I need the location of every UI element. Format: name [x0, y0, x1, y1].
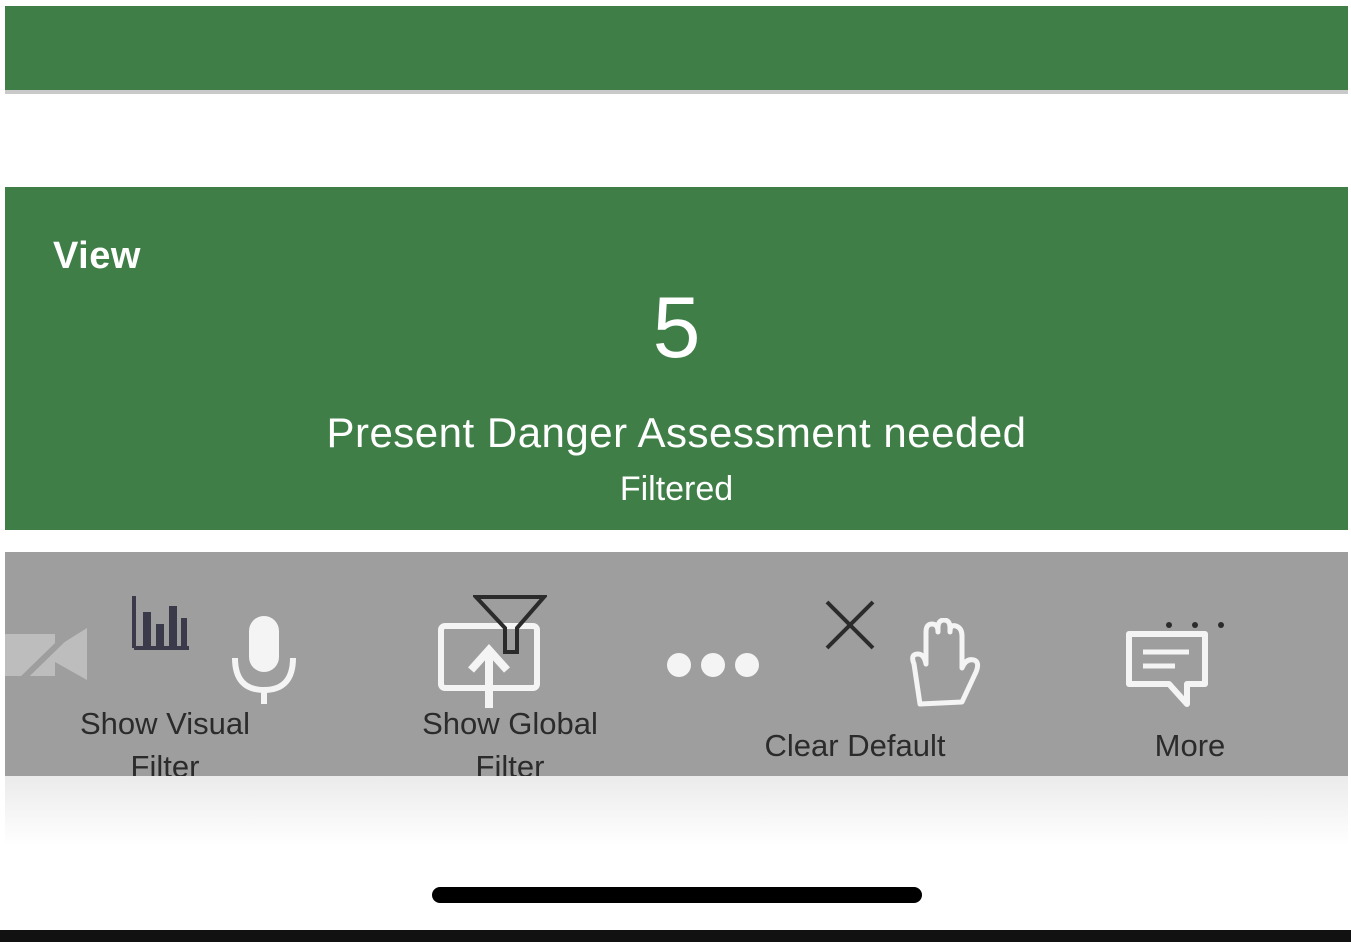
video-off-icon[interactable] — [5, 614, 95, 694]
toolbar-shadow — [5, 776, 1348, 846]
clear-default-label: Clear Default — [764, 728, 946, 763]
command-toolbar: Show Visual Filter Show Global Filter Cl… — [5, 552, 1348, 784]
funnel-icon — [473, 595, 547, 654]
microphone-icon[interactable] — [227, 614, 301, 706]
home-indicator[interactable] — [432, 887, 922, 903]
bar-chart-icon — [132, 596, 189, 650]
more-label: More — [1154, 728, 1226, 763]
more-button[interactable]: More — [1115, 724, 1265, 767]
previous-tile[interactable] — [5, 6, 1348, 94]
kpi-tile[interactable]: View 5 Present Danger Assessment needed … — [5, 187, 1348, 530]
raise-hand-icon[interactable] — [900, 618, 982, 710]
app-screen: View 5 Present Danger Assessment needed … — [0, 0, 1351, 942]
more-dots-icon[interactable] — [665, 650, 761, 680]
close-icon — [825, 600, 875, 650]
tile-title: Present Danger Assessment needed — [326, 409, 1027, 456]
chat-icon[interactable] — [1125, 630, 1209, 708]
bottom-edge — [0, 930, 1351, 942]
tile-label: View — [53, 235, 141, 277]
clear-default-button[interactable]: Clear Default — [725, 724, 985, 767]
tile-filter-status: Filtered — [619, 470, 734, 508]
overflow-dots-icon — [1166, 622, 1224, 628]
tile-count: 5 — [652, 280, 701, 376]
